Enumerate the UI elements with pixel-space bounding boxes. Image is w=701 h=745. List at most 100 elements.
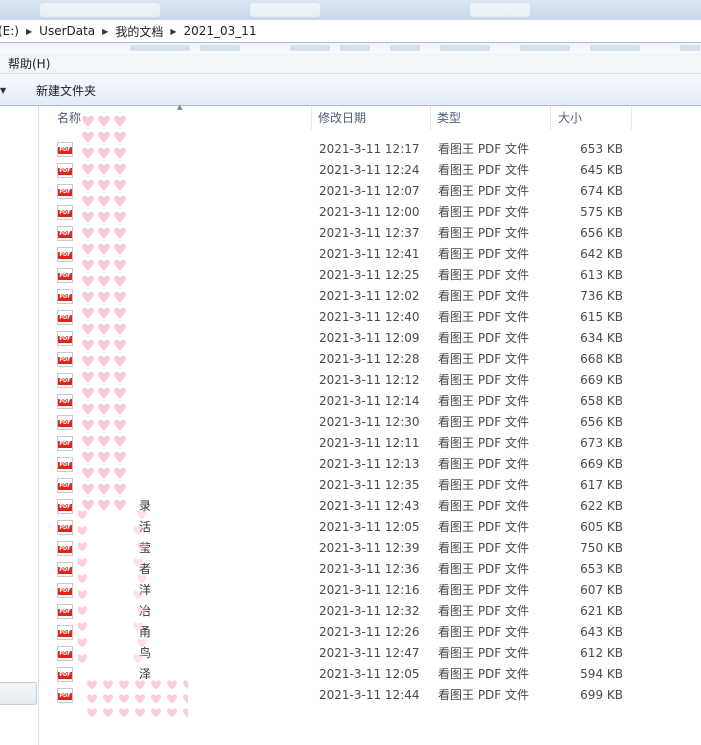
heart-shape [137, 510, 147, 520]
file-size: 634 KB [580, 331, 623, 345]
pdf-file-icon: PDF [57, 226, 73, 241]
heart-shape [114, 211, 126, 223]
dropdown-arrow-icon[interactable]: ▼ [0, 86, 6, 95]
title-bar [0, 0, 701, 20]
pdf-icon-label: PDF [58, 378, 72, 385]
file-type: 看图王 PDF 文件 [438, 205, 530, 219]
heart-shape [119, 708, 129, 718]
pdf-icon-label: PDF [58, 672, 72, 679]
breadcrumb-drive[interactable]: (E:) [0, 24, 23, 38]
heart-shape [114, 291, 126, 303]
heart-shape [87, 680, 97, 690]
heart-shape [167, 680, 177, 690]
file-date: 2021-3-11 12:26 [319, 625, 420, 639]
pdf-file-icon: PDF [57, 247, 73, 262]
pdf-icon-label: PDF [58, 294, 72, 301]
breadcrumb-current-folder[interactable]: 2021_03_11 [180, 24, 261, 38]
heart-shape [135, 708, 145, 718]
file-size: 669 KB [580, 373, 623, 387]
heart-shape [114, 483, 126, 495]
heart-shape [114, 339, 126, 351]
heart-shape [98, 307, 110, 319]
heart-shape [98, 259, 110, 271]
file-size: 643 KB [580, 625, 623, 639]
heart-shape [98, 483, 110, 495]
column-date-modified[interactable]: 修改日期 [318, 106, 366, 130]
blurred-tab[interactable] [470, 3, 530, 17]
heart-shape [151, 680, 161, 690]
blurred-tab[interactable] [250, 3, 320, 17]
heart-shape [98, 243, 110, 255]
file-date: 2021-3-11 12:12 [319, 373, 420, 387]
file-type: 看图王 PDF 文件 [438, 268, 530, 282]
heart-shape [114, 147, 126, 159]
pdf-file-icon: PDF [57, 373, 73, 388]
file-type: 看图王 PDF 文件 [438, 184, 530, 198]
heart-shape [82, 275, 94, 287]
pdf-icon-label: PDF [58, 210, 72, 217]
pdf-icon-label: PDF [58, 504, 72, 511]
heart-shape [114, 419, 126, 431]
heart-shape [82, 307, 94, 319]
file-type: 看图王 PDF 文件 [438, 499, 530, 513]
column-divider[interactable] [631, 106, 632, 130]
menu-bar: 帮助(H) [0, 53, 701, 74]
file-type: 看图王 PDF 文件 [438, 226, 530, 240]
heart-shape [133, 654, 143, 664]
column-type[interactable]: 类型 [437, 106, 461, 130]
heart-shape [82, 499, 94, 511]
pdf-file-icon: PDF [57, 457, 73, 472]
blurred-tab[interactable] [40, 3, 160, 17]
file-size: 736 KB [580, 289, 623, 303]
heart-shape [137, 638, 147, 648]
column-divider[interactable] [550, 106, 551, 130]
heart-shape [98, 467, 110, 479]
column-divider[interactable] [311, 106, 312, 130]
chevron-right-icon[interactable]: ▶ [167, 27, 179, 36]
pdf-icon-label: PDF [58, 315, 72, 322]
column-size[interactable]: 大小 [558, 106, 582, 130]
chevron-right-icon[interactable]: ▶ [99, 27, 111, 36]
pdf-file-icon: PDF [57, 394, 73, 409]
column-divider[interactable] [430, 106, 431, 130]
file-type: 看图王 PDF 文件 [438, 310, 530, 324]
heart-shape [98, 115, 110, 127]
file-type: 看图王 PDF 文件 [438, 163, 530, 177]
file-date: 2021-3-11 12:11 [319, 436, 420, 450]
heart-shape [82, 195, 94, 207]
heart-shape [82, 451, 94, 463]
heart-shape [151, 694, 161, 704]
file-type: 看图王 PDF 文件 [438, 247, 530, 261]
heart-shape [114, 467, 126, 479]
heart-shape [82, 467, 94, 479]
file-type: 看图王 PDF 文件 [438, 604, 530, 618]
file-size: 656 KB [580, 415, 623, 429]
heart-shape [98, 387, 110, 399]
heart-shape [82, 259, 94, 271]
address-bar[interactable]: (E:) ▶ UserData ▶ 我的文档 ▶ 2021_03_11 [0, 20, 701, 43]
heart-shape [82, 403, 94, 415]
file-type: 看图王 PDF 文件 [438, 352, 530, 366]
heart-shape [133, 622, 143, 632]
file-type: 看图王 PDF 文件 [438, 520, 530, 534]
breadcrumb-userdata[interactable]: UserData [35, 24, 99, 38]
menu-help[interactable]: 帮助(H) [0, 55, 50, 72]
heart-shape [114, 323, 126, 335]
navigation-pane[interactable] [0, 106, 39, 745]
breadcrumb-documents[interactable]: 我的文档 [111, 23, 167, 40]
file-date: 2021-3-11 12:13 [319, 457, 420, 471]
heart-shape [98, 435, 110, 447]
file-size: 674 KB [580, 184, 623, 198]
pdf-file-icon: PDF [57, 478, 73, 493]
heart-shape [183, 708, 188, 718]
chevron-right-icon[interactable]: ▶ [23, 27, 35, 36]
heart-shape [78, 542, 87, 552]
heart-shape [78, 606, 87, 616]
file-size: 613 KB [580, 268, 623, 282]
heart-shape [78, 590, 87, 600]
new-folder-button[interactable]: 新建文件夹 [36, 82, 96, 99]
heart-shape [137, 542, 147, 552]
nav-selected-item[interactable] [0, 682, 37, 705]
pdf-file-icon: PDF [57, 688, 73, 703]
heart-shape [98, 323, 110, 335]
